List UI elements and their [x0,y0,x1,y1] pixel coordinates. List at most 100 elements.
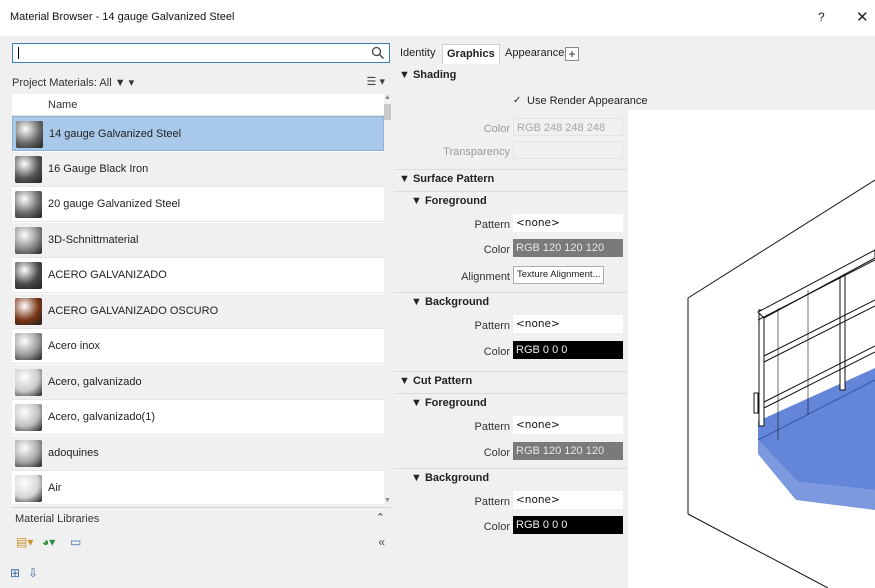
use-render-appearance-checkbox[interactable]: ✓ Use Render Appearance [513,95,647,107]
material-name: Acero, galvanizado [48,375,142,388]
column-name-label: Name [48,99,78,111]
list-item[interactable]: Acero, galvanizado [12,364,384,400]
material-thumbnail-icon [15,475,42,502]
cut-bg-color-label: Color [483,521,510,533]
surface-background-title: ▼ Background [411,296,490,308]
list-view-icon[interactable]: ☰ ▾ [367,75,385,88]
surface-fg-pattern-field[interactable]: <none> [513,214,623,232]
search-input[interactable] [12,43,390,63]
transparency-label: Transparency [443,146,510,158]
library-toolbar: ▤▾ ◕▾ ▭ « [12,532,391,554]
list-item[interactable]: 3D-Schnittmaterial [12,222,384,258]
material-thumbnail-icon [15,297,42,325]
list-item[interactable]: ACERO GALVANIZADO [12,258,384,293]
cut-pattern-section[interactable]: ▼ Cut Pattern [394,371,628,389]
transparency-field [513,141,623,159]
material-thumbnail-icon [15,404,42,431]
material-name: 16 Gauge Black Iron [48,162,149,175]
surface-fg-pattern-label: Pattern [474,219,510,231]
shading-section[interactable]: ▼ Shading [394,66,628,84]
preview-illustration [687,179,875,588]
surface-pattern-title: ▼ Surface Pattern [399,173,495,185]
material-libraries-header[interactable]: Material Libraries ⌃ [12,507,391,529]
cut-bg-color-field[interactable]: RGB 0 0 0 [513,516,623,534]
surface-foreground-section[interactable]: ▼ Foreground [394,191,628,209]
cut-bg-pattern-label: Pattern [474,496,510,508]
cut-background-section[interactable]: ▼ Background [394,468,628,486]
cut-fg-color-field[interactable]: RGB 120 120 120 [513,442,623,460]
material-name: ACERO GALVANIZADO [48,269,167,281]
material-name: 20 gauge Galvanized Steel [48,198,181,210]
search-icon[interactable] [371,46,385,60]
column-header[interactable]: Name [12,94,384,116]
tab-graphics[interactable]: Graphics [442,44,500,64]
texture-alignment-button[interactable]: Texture Alignment... [513,266,605,284]
use-render-appearance-label: Use Render Appearance [527,95,648,107]
surface-bg-color-label: Color [483,346,510,358]
close-button[interactable]: ✕ [856,8,869,26]
material-libraries-label: Material Libraries [15,513,100,525]
title-bar: Material Browser - 14 gauge Galvanized S… [0,0,875,36]
list-item[interactable]: ACERO GALVANIZADO OSCURO [12,293,384,329]
library-folder-icon[interactable]: ▤▾ [16,535,33,549]
project-materials-filter[interactable]: Project Materials: All ▼ ▾ [12,76,134,89]
cut-fg-pattern-field[interactable]: <none> [513,416,623,434]
material-editor-panel: Identity Graphics Appearance + ▼ Shading… [394,38,647,560]
material-name: adoquines [48,446,99,459]
3d-preview-viewport[interactable] [628,110,875,588]
surface-background-section[interactable]: ▼ Background [394,292,628,310]
list-item[interactable]: 14 gauge Galvanized Steel [12,116,384,151]
material-grid-icon[interactable]: ⊞ [10,566,20,580]
check-icon: ✓ [513,95,522,107]
material-list-panel: Project Materials: All ▼ ▾ ☰ ▾ Name 14 g… [6,38,391,560]
material-thumbnail-icon [15,439,42,467]
surface-bg-pattern-label: Pattern [474,320,510,332]
collapse-panel-icon[interactable]: « [378,535,385,549]
material-list: Name 14 gauge Galvanized Steel 16 Gauge B… [12,94,384,504]
create-material-icon[interactable]: ◕▾ [42,535,55,549]
material-name: Acero inox [48,340,100,352]
surface-pattern-section[interactable]: ▼ Surface Pattern [394,169,628,187]
list-item[interactable]: Acero inox [12,329,384,364]
cut-fg-pattern-label: Pattern [474,421,510,433]
shading-title: ▼ Shading [399,69,457,81]
add-tab-button[interactable]: + [565,47,579,61]
list-item[interactable]: Air [12,471,384,504]
list-item[interactable]: 20 gauge Galvanized Steel [12,187,384,222]
cut-fg-color-label: Color [483,447,510,459]
material-name: Air [48,482,62,494]
material-name: 14 gauge Galvanized Steel [49,128,182,140]
surface-foreground-title: ▼ Foreground [411,195,487,207]
expand-libraries-icon[interactable]: ⌃ [376,511,385,524]
scroll-up-icon[interactable]: ▲ [384,94,391,101]
material-editor-icon[interactable]: ▭ [70,535,81,549]
cut-bg-pattern-field[interactable]: <none> [513,491,623,509]
tab-appearance[interactable]: Appearance [501,44,568,64]
material-thumbnail-icon [15,155,42,183]
shading-color-label: Color [483,123,510,135]
list-scrollbar[interactable]: ▲ ▼ [384,94,391,504]
scroll-thumb[interactable] [384,104,391,120]
surface-fg-color-label: Color [483,244,510,256]
surface-fg-color-field[interactable]: RGB 120 120 120 [513,239,623,257]
list-item[interactable]: 16 Gauge Black Iron [12,151,384,187]
cut-foreground-title: ▼ Foreground [411,397,487,409]
material-thumbnail-icon [15,262,42,289]
help-button[interactable]: ? [818,10,825,24]
surface-bg-pattern-field[interactable]: <none> [513,315,623,333]
tab-identity[interactable]: Identity [396,44,439,64]
list-item[interactable]: adoquines [12,435,384,471]
cut-pattern-title: ▼ Cut Pattern [399,375,473,387]
alignment-label: Alignment [461,271,510,283]
material-thumbnail-icon [15,191,42,218]
import-material-icon[interactable]: ⇩ [28,566,38,580]
window-title: Material Browser - 14 gauge Galvanized S… [10,11,235,23]
text-caret [18,47,19,59]
cut-foreground-section[interactable]: ▼ Foreground [394,393,628,411]
material-thumbnail-icon [15,226,42,254]
material-name: ACERO GALVANIZADO OSCURO [48,304,219,317]
scroll-down-icon[interactable]: ▼ [384,497,391,504]
list-item[interactable]: Acero, galvanizado(1) [12,400,384,435]
project-materials-header: Project Materials: All ▼ ▾ ☰ ▾ [6,72,391,92]
surface-bg-color-field[interactable]: RGB 0 0 0 [513,341,623,359]
